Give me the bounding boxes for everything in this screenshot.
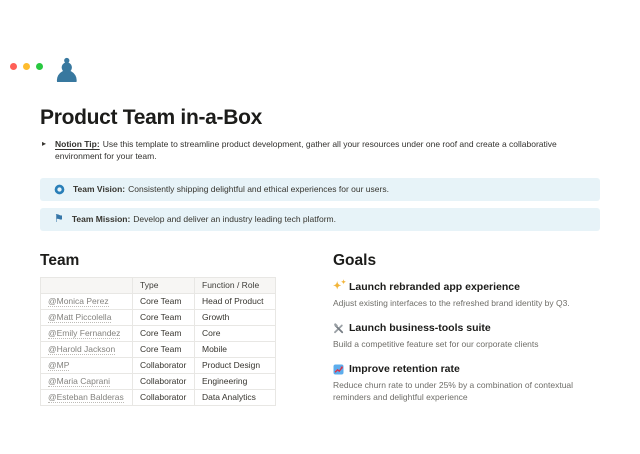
page-title: Product Team in-a-Box [40,106,263,129]
cell-role: Head of Product [194,293,276,310]
table-row: @Monica Perez Core Team Head of Product [40,293,276,310]
cell-type: Core Team [132,309,195,326]
person-mention[interactable]: @Monica Perez [48,296,109,307]
person-mention[interactable]: @Matt Piccolella [48,312,112,323]
window-controls [10,63,43,70]
callout-list: Team Vision: Consistently shipping delig… [40,178,600,231]
goal-item: Launch business-tools suite Build a comp… [333,321,600,350]
goal-title-row: Improve retention rate [333,362,600,376]
person-mention[interactable]: @Esteban Balderas [48,392,124,403]
person-mention[interactable]: @MP [48,360,70,371]
goal-title-text: Improve retention rate [349,363,460,375]
notion-tip-label: Notion Tip: [55,139,100,149]
chart-increasing-icon [333,364,345,375]
zoom-window-button[interactable] [36,63,43,70]
team-mission-callout: ⚑ Team Mission: Develop and deliver an i… [40,208,600,231]
minimize-window-button[interactable] [23,63,30,70]
team-vision-text: Consistently shipping delightful and eth… [128,184,389,194]
team-mission-text: Develop and deliver an industry leading … [133,214,336,224]
cell-type: Core Team [132,293,195,310]
close-window-button[interactable] [10,63,17,70]
goal-description: Reduce churn rate to under 25% by a comb… [333,380,574,402]
goals-column: Goals ✦ ✦ Launch rebranded app experienc… [333,251,600,406]
notion-tip-toggle-block: ▸ Notion Tip: Use this template to stream… [40,138,600,162]
cell-role: Mobile [194,341,276,358]
goal-description: Adjust existing interfaces to the refres… [333,298,570,308]
goal-item: ✦ ✦ Launch rebranded app experience Adju… [333,280,600,309]
header-cell-type: Type [132,277,195,294]
cell-type: Collaborator [132,389,195,406]
cell-role: Growth [194,309,276,326]
notion-page: ♟ Product Team in-a-Box ▸ Notion Tip: Use… [0,54,640,406]
table-row: @Emily Fernandez Core Team Core [40,325,276,342]
notion-tip-text: Notion Tip: Use this template to streamli… [55,138,600,162]
person-mention[interactable]: @Maria Caprani [48,376,111,387]
goal-title-text: Launch rebranded app experience [349,281,520,293]
table-row: @Maria Caprani Collaborator Engineering [40,373,276,390]
table-row: @Esteban Balderas Collaborator Data Anal… [40,389,276,406]
team-column: Team Type Function / Role @Monica Perez … [40,251,276,406]
header-cell-function-role: Function / Role [194,277,276,294]
cell-role: Product Design [194,357,276,374]
person-mention[interactable]: @Harold Jackson [48,344,116,355]
team-vision-label: Team Vision: [73,184,126,194]
table-row: @MP Collaborator Product Design [40,357,276,374]
person-mention[interactable]: @Emily Fernandez [48,328,121,339]
cell-type: Core Team [132,325,195,342]
hammer-and-wrench-icon [333,322,345,334]
table-row: @Matt Piccolella Core Team Growth [40,309,276,326]
cell-role: Core [194,325,276,342]
cell-role: Data Analytics [194,389,276,406]
page-icon-pawn[interactable]: ♟ [52,54,86,88]
toggle-triangle-icon[interactable]: ▸ [40,138,55,162]
team-table: Type Function / Role @Monica Perez Core … [40,277,276,406]
blue-flag-icon: ⚑ [54,213,64,225]
goal-title-text: Launch business-tools suite [349,322,491,334]
goal-title-row: Launch business-tools suite [333,321,600,335]
blue-ring-icon [54,184,65,195]
team-vision-callout: Team Vision: Consistently shipping delig… [40,178,600,201]
goal-description: Build a competitive feature set for our … [333,339,539,349]
two-column-layout: Team Type Function / Role @Monica Perez … [40,251,600,406]
sparkles-icon: ✦ ✦ [333,279,346,292]
team-heading: Team [40,252,80,269]
goal-title-row: ✦ ✦ Launch rebranded app experience [333,280,600,294]
table-row: @Harold Jackson Core Team Mobile [40,341,276,358]
notion-tip-body: Use this template to streamline product … [55,139,557,161]
cell-type: Collaborator [132,373,195,390]
cell-role: Engineering [194,373,276,390]
team-mission-label: Team Mission: [71,214,131,224]
goal-item: Improve retention rate Reduce churn rate… [333,362,600,403]
cell-type: Core Team [132,341,195,358]
table-header-row: Type Function / Role [40,277,276,294]
goals-heading: Goals [333,252,377,269]
header-cell-name [40,277,133,294]
cell-type: Collaborator [132,357,195,374]
